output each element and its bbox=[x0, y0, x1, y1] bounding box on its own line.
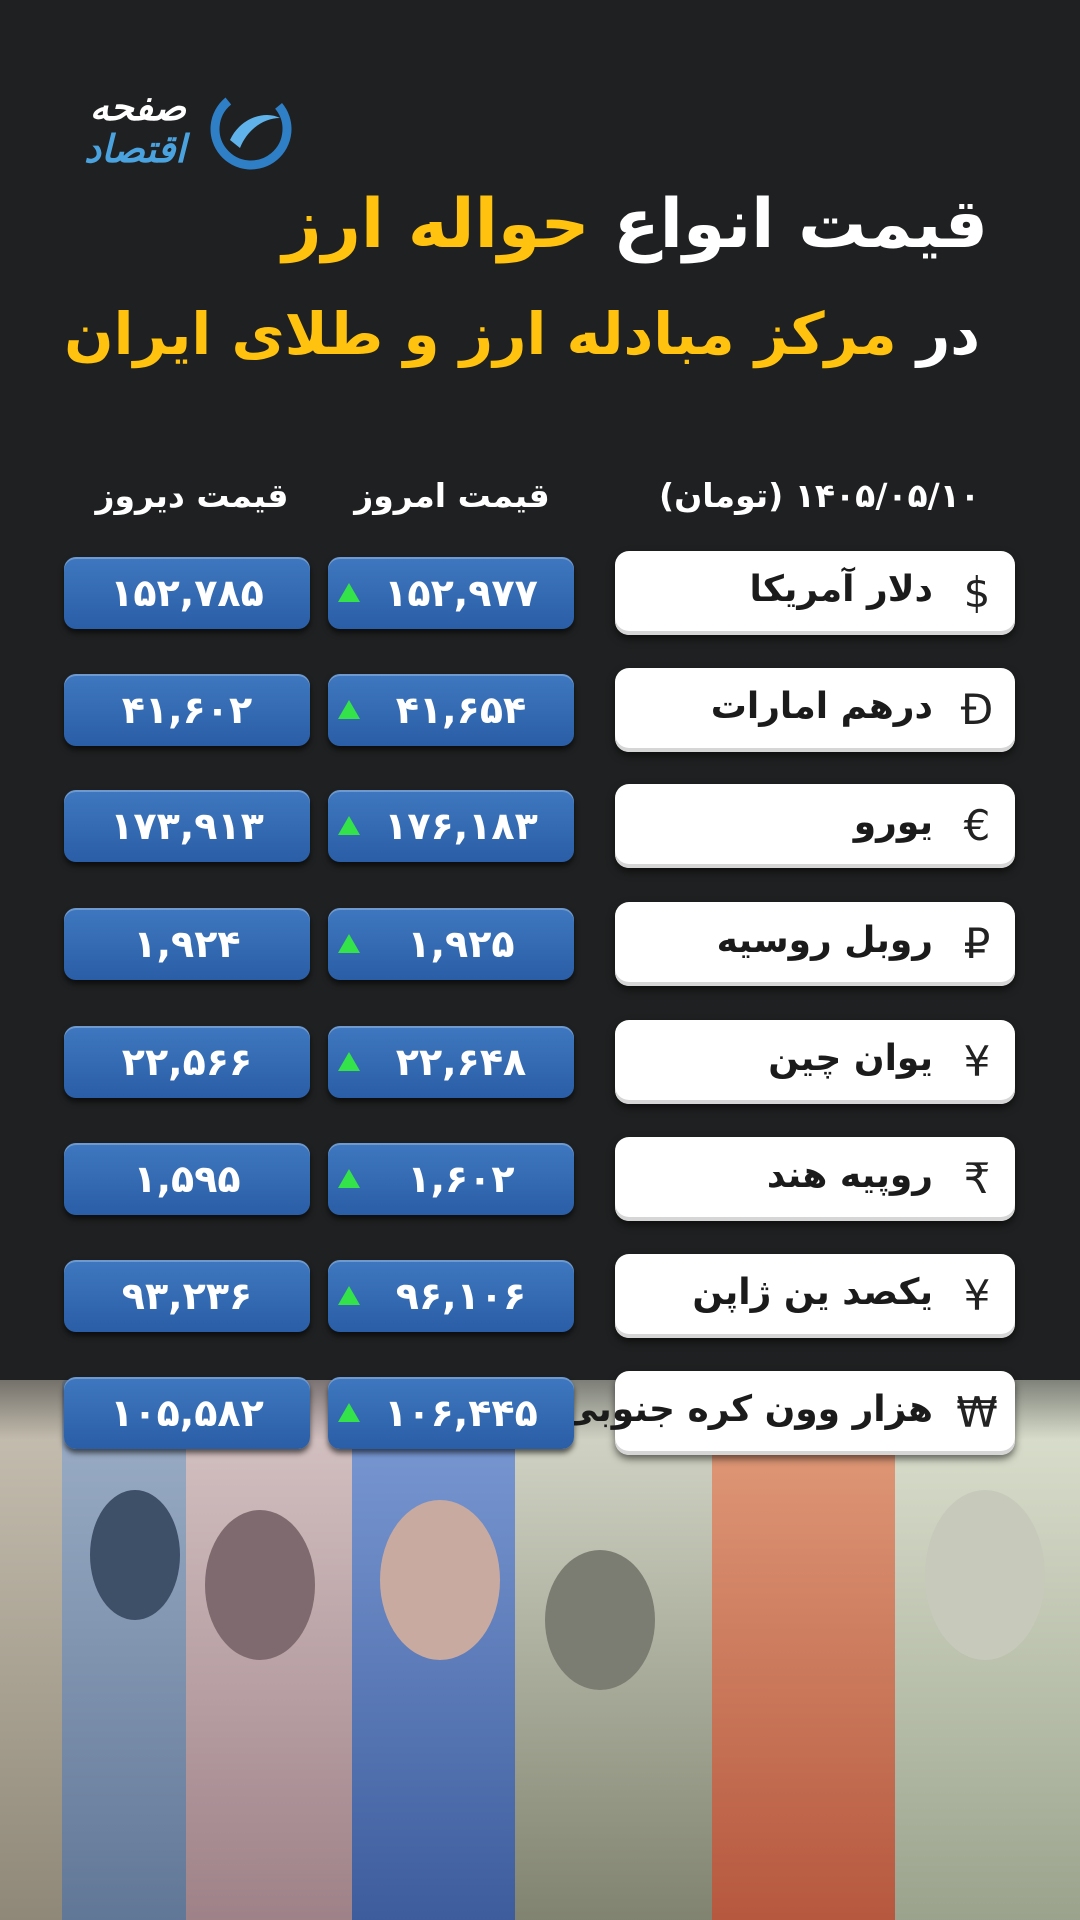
currency-name: درهم امارات bbox=[710, 686, 933, 727]
currency-row: $ دلار آمریکا ۱۵۲,۹۷۷ ۱۵۲,۷۸۵ bbox=[0, 551, 1080, 637]
up-arrow-icon bbox=[338, 934, 360, 953]
up-arrow-icon bbox=[338, 1169, 360, 1188]
yesterday-price-box: ۱۷۳,۹۱۳ bbox=[64, 790, 310, 862]
yesterday-price-value: ۹۳,۲۳۶ bbox=[121, 1274, 253, 1318]
currency-name-box: ₩ هزار وون کره جنوبی bbox=[562, 1371, 1015, 1455]
yesterday-price-value: ۲۲,۵۶۶ bbox=[121, 1040, 253, 1084]
yesterday-price-box: ۲۲,۵۶۶ bbox=[64, 1026, 310, 1098]
currency-name: دلار آمریکا bbox=[749, 569, 933, 610]
currency-symbol-icon: ₹ bbox=[963, 1154, 991, 1203]
yesterday-price-box: ۱۵۲,۷۸۵ bbox=[64, 557, 310, 629]
currency-symbol-icon: € bbox=[963, 801, 991, 850]
yesterday-price-value: ۱۰۵,۵۸۲ bbox=[110, 1391, 264, 1435]
logo-line-1: صفحه bbox=[89, 85, 187, 129]
yesterday-price-value: ۱۵۲,۷۸۵ bbox=[110, 571, 264, 615]
today-price-value: ۱,۶۰۲ bbox=[407, 1157, 515, 1201]
logo-line-2: اقتصاد bbox=[84, 127, 186, 171]
today-price-box: ۱۵۲,۹۷۷ bbox=[328, 557, 574, 629]
today-price-box: ۱۰۶,۴۴۵ bbox=[328, 1377, 574, 1449]
yesterday-price-value: ۱۷۳,۹۱۳ bbox=[110, 804, 264, 848]
currency-row: ₹ روپیه هند ۱,۶۰۲ ۱,۵۹۵ bbox=[0, 1137, 1080, 1223]
today-price-box: ۹۶,۱۰۶ bbox=[328, 1260, 574, 1332]
currency-row: ¥ یکصد ین ژاپن ۹۶,۱۰۶ ۹۳,۲۳۶ bbox=[0, 1254, 1080, 1340]
yesterday-price-box: ۱,۹۲۴ bbox=[64, 908, 310, 980]
today-price-value: ۲۲,۶۴۸ bbox=[395, 1040, 527, 1084]
site-logo: صفحه اقتصاد bbox=[55, 88, 295, 170]
today-price-value: ۱,۹۲۵ bbox=[407, 922, 515, 966]
currency-name: روپیه هند bbox=[766, 1155, 933, 1196]
subtitle-part-white: در bbox=[916, 300, 980, 368]
up-arrow-icon bbox=[338, 816, 360, 835]
today-price-value: ۱۵۲,۹۷۷ bbox=[384, 571, 538, 615]
today-price-box: ۱,۹۲۵ bbox=[328, 908, 574, 980]
banknote bbox=[62, 1380, 192, 1920]
page-title: قیمت انواع حواله ارز bbox=[283, 185, 988, 264]
currency-name: یورو bbox=[853, 802, 933, 843]
currency-name-box: ¥ یوان چین bbox=[615, 1020, 1015, 1104]
currency-symbol-icon: ¥ bbox=[963, 1037, 991, 1086]
currency-name-box: Đ درهم امارات bbox=[615, 668, 1015, 752]
today-price-value: ۱۰۶,۴۴۵ bbox=[384, 1391, 538, 1435]
today-price-value: ۴۱,۶۵۴ bbox=[395, 688, 527, 732]
currency-name-box: ₹ روپیه هند bbox=[615, 1137, 1015, 1221]
banknote-portrait bbox=[925, 1490, 1045, 1660]
currency-name: یکصد ین ژاپن bbox=[692, 1272, 933, 1313]
currency-row: ₩ هزار وون کره جنوبی ۱۰۶,۴۴۵ ۱۰۵,۵۸۲ bbox=[0, 1371, 1080, 1457]
banknote bbox=[712, 1380, 902, 1920]
currency-symbol-icon: Đ bbox=[960, 685, 994, 734]
today-price-value: ۱۷۶,۱۸۳ bbox=[384, 804, 538, 848]
banknote-portrait bbox=[545, 1550, 655, 1690]
currency-row: ₽ روبل روسیه ۱,۹۲۵ ۱,۹۲۴ bbox=[0, 902, 1080, 988]
yesterday-price-header: قیمت دیروز bbox=[95, 476, 289, 515]
up-arrow-icon bbox=[338, 700, 360, 719]
today-price-header: قیمت امروز bbox=[354, 476, 550, 515]
page-subtitle: در مرکز مبادله ارز و طلای ایران bbox=[64, 300, 980, 368]
up-arrow-icon bbox=[338, 1403, 360, 1422]
date-header: ۱۴۰۵/۰۵/۱۰ (تومان) bbox=[659, 476, 980, 515]
today-price-box: ۱۷۶,۱۸۳ bbox=[328, 790, 574, 862]
today-price-box: ۱,۶۰۲ bbox=[328, 1143, 574, 1215]
currency-name-box: € یورو bbox=[615, 784, 1015, 868]
currency-name: یوان چین bbox=[768, 1038, 933, 1079]
currency-symbol-icon: ₩ bbox=[956, 1388, 998, 1437]
yesterday-price-value: ۱,۵۹۵ bbox=[133, 1157, 241, 1201]
currency-name-box: ¥ یکصد ین ژاپن bbox=[615, 1254, 1015, 1338]
yesterday-price-value: ۱,۹۲۴ bbox=[133, 922, 241, 966]
banknote-portrait bbox=[380, 1500, 500, 1660]
currency-name-box: ₽ روبل روسیه bbox=[615, 902, 1015, 986]
title-part-yellow: حواله ارز bbox=[282, 185, 590, 264]
yesterday-price-box: ۱,۵۹۵ bbox=[64, 1143, 310, 1215]
currency-row: Đ درهم امارات ۴۱,۶۵۴ ۴۱,۶۰۲ bbox=[0, 668, 1080, 754]
logo-swirl-icon bbox=[210, 88, 292, 170]
yesterday-price-box: ۴۱,۶۰۲ bbox=[64, 674, 310, 746]
currency-symbol-icon: $ bbox=[963, 568, 991, 617]
today-price-box: ۴۱,۶۵۴ bbox=[328, 674, 574, 746]
currency-row: ¥ یوان چین ۲۲,۶۴۸ ۲۲,۵۶۶ bbox=[0, 1020, 1080, 1106]
banknote bbox=[0, 1380, 70, 1920]
banknote-portrait bbox=[205, 1510, 315, 1660]
title-part-white: قیمت انواع bbox=[613, 185, 988, 264]
subtitle-part-yellow: مرکز مبادله ارز و طلای ایران bbox=[64, 300, 897, 368]
banknote-portrait bbox=[90, 1490, 180, 1620]
currency-name: روبل روسیه bbox=[716, 920, 933, 961]
currency-symbol-icon: ₽ bbox=[963, 919, 991, 968]
yesterday-price-box: ۹۳,۲۳۶ bbox=[64, 1260, 310, 1332]
currency-name-box: $ دلار آمریکا bbox=[615, 551, 1015, 635]
yesterday-price-value: ۴۱,۶۰۲ bbox=[121, 688, 253, 732]
today-price-box: ۲۲,۶۴۸ bbox=[328, 1026, 574, 1098]
up-arrow-icon bbox=[338, 1052, 360, 1071]
currency-symbol-icon: ¥ bbox=[963, 1271, 991, 1320]
currency-name: هزار وون کره جنوبی bbox=[561, 1389, 933, 1430]
up-arrow-icon bbox=[338, 583, 360, 602]
up-arrow-icon bbox=[338, 1286, 360, 1305]
yesterday-price-box: ۱۰۵,۵۸۲ bbox=[64, 1377, 310, 1449]
today-price-value: ۹۶,۱۰۶ bbox=[395, 1274, 527, 1318]
currency-row: € یورو ۱۷۶,۱۸۳ ۱۷۳,۹۱۳ bbox=[0, 784, 1080, 870]
